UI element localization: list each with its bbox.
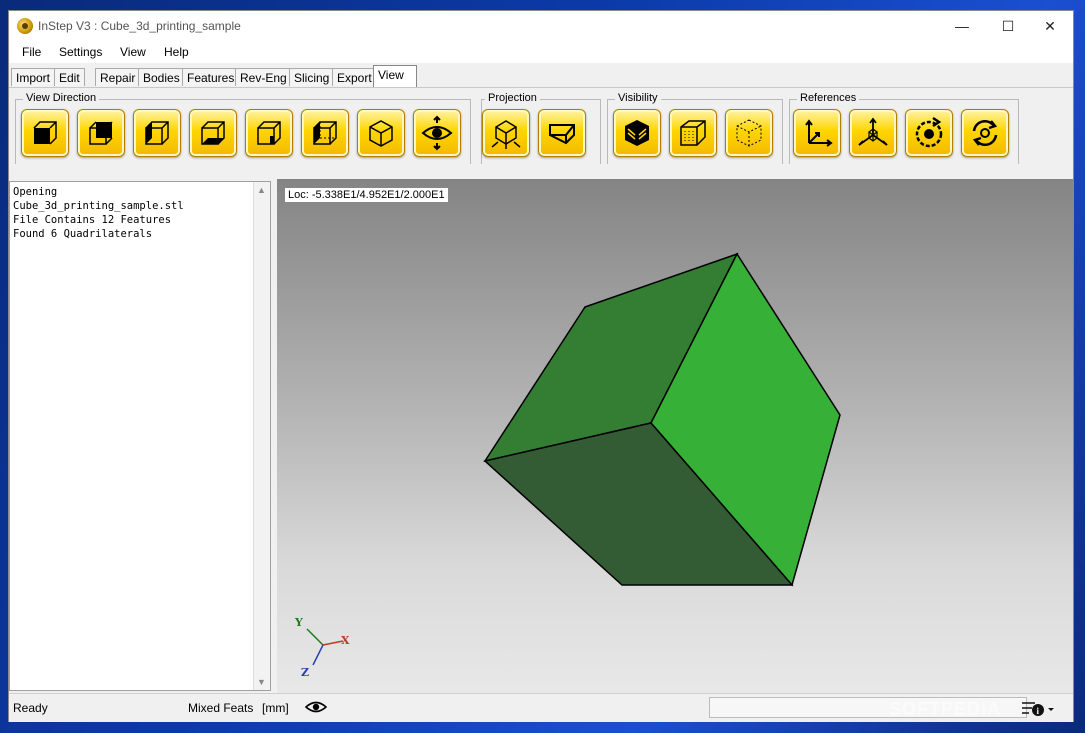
tab-edit[interactable]: Edit [54,68,85,86]
view-isometric-button[interactable] [357,109,405,157]
reference-axes-button[interactable] [793,109,841,157]
notification-settings-icon[interactable]: i [1021,700,1055,721]
status-mode: Mixed Feats [188,701,254,715]
window-title: InStep V3 : Cube_3d_printing_sample [38,19,241,33]
axis-z-label: Z [301,666,309,679]
log-line: File Contains 12 Features [13,214,172,226]
group-label-view-direction: View Direction [23,92,100,104]
view-custom-button[interactable] [413,109,461,157]
axis-x-label: X [341,634,350,647]
title-bar: InStep V3 : Cube_3d_printing_sample — ☐ … [9,11,1073,41]
menu-view[interactable]: View [120,45,146,59]
tab-view[interactable]: View [373,65,417,87]
close-button[interactable]: ✕ [1027,11,1073,41]
status-units: [mm] [262,701,289,715]
reset-rotation-icon [972,119,998,147]
visibility-solid-button[interactable] [613,109,661,157]
group-label-projection: Projection [485,92,540,104]
group-label-references: References [797,92,860,104]
menu-file[interactable]: File [22,45,41,59]
perspective-projection-icon [491,120,521,149]
visibility-hidden-line-button[interactable] [669,109,717,157]
view-right-button[interactable] [245,109,293,157]
watermark: SOFTPEDIA [889,699,1002,719]
tab-repair[interactable]: Repair [95,68,141,86]
ribbon-tabs: Import Edit Repair Bodies Features Rev-E… [9,65,1073,87]
log-panel[interactable]: Opening Cube_3d_printing_sample.stl File C… [9,181,271,691]
menu-bar: File Settings View Help [9,41,1073,63]
log-line: Opening [13,186,58,198]
app-logo-icon [17,18,33,34]
axis-y-label: Y [294,616,303,629]
projection-perspective-button[interactable] [482,109,530,157]
minimize-button[interactable]: — [939,11,985,41]
axes-icon [805,119,833,147]
back-view-icon [89,121,113,145]
scroll-down-icon[interactable]: ▼ [257,677,266,687]
wireframe-icon [736,119,762,147]
parallel-projection-icon [549,124,575,145]
log-scrollbar[interactable]: ▲ ▼ [253,182,270,690]
maximize-button[interactable]: ☐ [985,11,1031,41]
model-canvas: Y X Z [294,252,841,679]
axis-triad: Y X Z [294,616,350,679]
reference-triad-button[interactable] [849,109,897,157]
tab-slicing[interactable]: Slicing [289,68,335,86]
log-line: Cube_3d_printing_sample.stl [13,200,184,212]
reference-rotate-button[interactable] [905,109,953,157]
tab-bodies[interactable]: Bodies [138,68,185,86]
log-output: Opening Cube_3d_printing_sample.stl File C… [13,185,184,241]
3d-viewport[interactable]: Loc: -5.338E1/4.952E1/2.000E1 Y X Z [277,179,1073,693]
menu-settings[interactable]: Settings [59,45,102,59]
visibility-wireframe-button[interactable] [725,109,773,157]
view-front-button[interactable] [21,109,69,157]
view-bottom-button[interactable] [189,109,237,157]
menu-help[interactable]: Help [164,45,189,59]
rotate-view-icon [915,116,943,148]
bottom-view-icon [201,121,225,145]
reference-reset-rotation-button[interactable] [961,109,1009,157]
view-back-button[interactable] [77,109,125,157]
triad-icon [858,117,888,146]
tab-import[interactable]: Import [11,68,56,86]
tab-features[interactable]: Features [182,68,240,86]
status-bar: Ready Mixed Feats [mm] SOFTPEDIA i [9,693,1073,722]
solid-shaded-icon [625,120,649,146]
tab-rev-eng[interactable]: Rev-Eng [235,68,292,86]
log-line: Found 6 Quadrilaterals [13,228,153,240]
view-left-button[interactable] [133,109,181,157]
front-view-icon [33,121,57,145]
side-view-icon [313,121,337,145]
custom-view-eye-icon [421,115,453,151]
view-side-button[interactable] [301,109,349,157]
ribbon-toolbar: View Direction Projection Visibility Ref… [9,87,1073,180]
visibility-eye-icon[interactable] [304,699,328,718]
projection-parallel-button[interactable] [538,109,586,157]
status-ready: Ready [13,701,48,715]
left-view-icon [145,121,169,145]
hidden-line-icon [680,120,706,146]
tab-export[interactable]: Export [332,68,377,86]
right-view-icon [257,121,281,145]
app-window: InStep V3 : Cube_3d_printing_sample — ☐ … [8,10,1074,722]
isometric-view-icon [369,120,393,147]
scroll-up-icon[interactable]: ▲ [257,185,266,195]
group-label-visibility: Visibility [615,92,661,104]
